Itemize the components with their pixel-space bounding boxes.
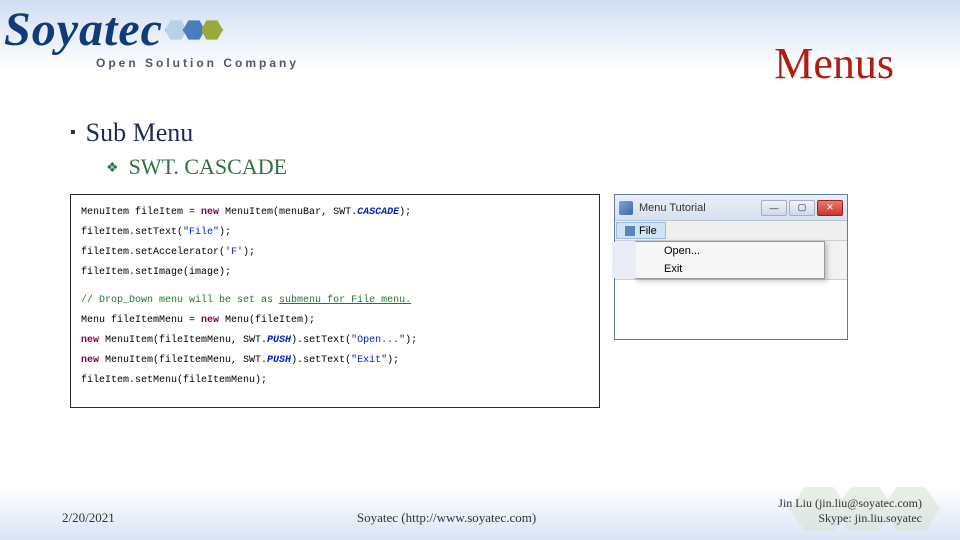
logo: Soyatec Open Solution Company	[4, 6, 364, 70]
minimize-button[interactable]: —	[761, 200, 787, 216]
heading-sub-menu: Sub Menu	[70, 118, 900, 148]
maximize-button[interactable]: ▢	[789, 200, 815, 216]
code-line: // Drop_Down menu will be set as submenu…	[81, 291, 589, 311]
logo-name: Soyatec	[4, 6, 163, 54]
slide-footer: 2/20/2021 Soyatec (http://www.soyatec.co…	[0, 496, 960, 526]
code-line: MenuItem fileItem = new MenuItem(menuBar…	[81, 203, 589, 223]
code-snippet: MenuItem fileItem = new MenuItem(menuBar…	[70, 194, 600, 408]
dropdown-open[interactable]: Open...	[612, 242, 824, 260]
dropdown-exit[interactable]: Exit	[612, 260, 824, 278]
window-titlebar: Menu Tutorial — ▢ ✕	[615, 195, 847, 221]
menu-file-label: File	[639, 225, 657, 237]
footer-author: Jin Liu (jin.liu@soyatec.com)	[778, 496, 922, 511]
window-app-icon	[619, 201, 633, 215]
window-client-area	[615, 279, 847, 339]
close-button[interactable]: ✕	[817, 200, 843, 216]
logo-wordmark: Soyatec	[4, 6, 364, 54]
window-title: Menu Tutorial	[639, 202, 755, 214]
code-line: new MenuItem(fileItemMenu, SWT.PUSH).set…	[81, 351, 589, 371]
logo-hex-icon	[169, 19, 223, 41]
subheading-swt-cascade: SWT. CASCADE	[106, 154, 900, 180]
code-line: fileItem.setMenu(fileItemMenu);	[81, 371, 589, 391]
code-line: fileItem.setAccelerator('F');	[81, 243, 589, 263]
footer-center: Soyatec (http://www.soyatec.com)	[115, 510, 779, 526]
code-line: new MenuItem(fileItemMenu, SWT.PUSH).set…	[81, 331, 589, 351]
logo-tagline: Open Solution Company	[96, 56, 364, 70]
app-window-screenshot: Menu Tutorial — ▢ ✕ File Open... Exit	[614, 194, 848, 340]
footer-date: 2/20/2021	[62, 510, 115, 526]
code-line: fileItem.setImage(image);	[81, 263, 589, 283]
window-menubar: File	[615, 221, 847, 241]
file-dropdown: Open... Exit	[635, 241, 825, 279]
code-line: fileItem.setText("File");	[81, 223, 589, 243]
code-line: Menu fileItemMenu = new Menu(fileItem);	[81, 311, 589, 331]
footer-skype: Skype: jin.liu.soyatec	[778, 511, 922, 526]
menu-file[interactable]: File	[616, 222, 666, 239]
file-menu-icon	[625, 226, 635, 236]
slide-title: Menus	[774, 38, 894, 89]
